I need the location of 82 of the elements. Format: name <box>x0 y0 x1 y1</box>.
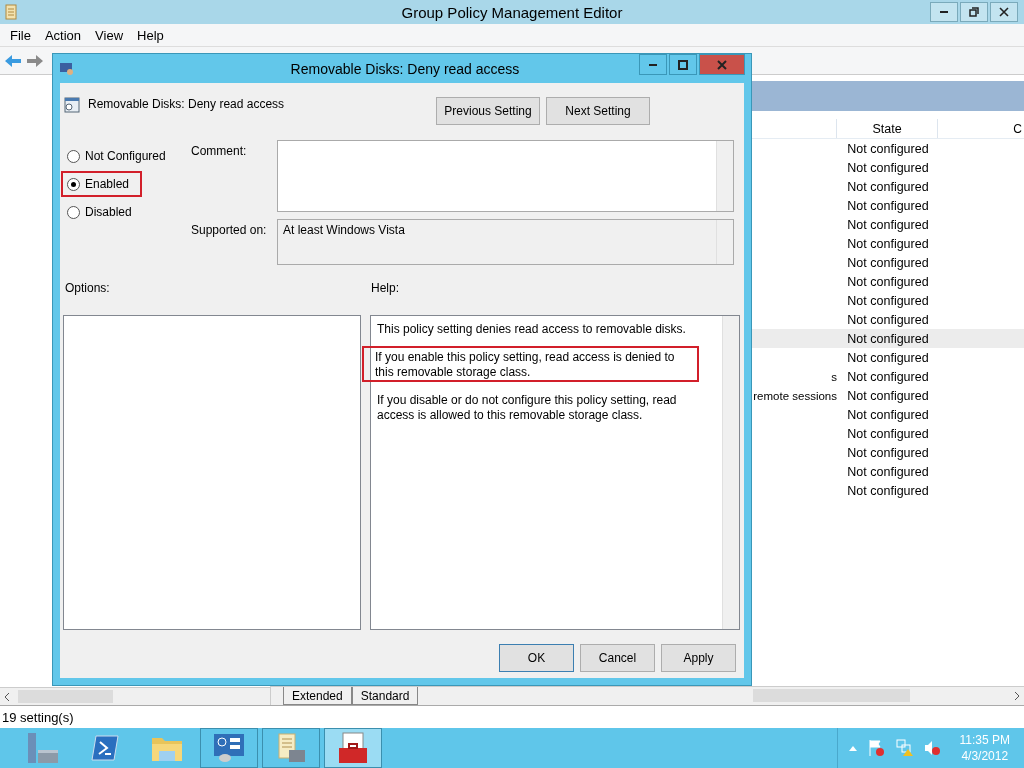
state-cell-text: Not configured <box>846 483 930 498</box>
radio-label: Enabled <box>85 177 130 191</box>
minimize-button[interactable] <box>930 2 958 22</box>
state-cell-text: Not configured <box>846 445 930 460</box>
help-paragraph: If you enable this policy setting, read access is denied to this removable storage class. <box>362 346 699 382</box>
state-cell-text: Not configured <box>846 331 930 346</box>
nav-button[interactable]: Previous Setting <box>436 97 540 125</box>
help-paragraph: This policy setting denies read access to removable disks. <box>376 321 687 338</box>
comment-field[interactable] <box>277 140 734 212</box>
vertical-scrollbar[interactable] <box>722 316 739 629</box>
restore-button[interactable] <box>960 2 988 22</box>
setting-name: remote sessions <box>753 389 837 402</box>
help-label: Help: <box>371 281 399 295</box>
vertical-scrollbar[interactable] <box>716 141 733 211</box>
state-cell-text: Not configured <box>846 141 930 156</box>
setting-name: s <box>831 370 837 383</box>
close-icon <box>717 59 727 70</box>
options-label: Options: <box>65 281 111 295</box>
minimize-icon <box>940 11 948 13</box>
scroll-icon <box>4 4 18 20</box>
nav-button[interactable]: Next Setting <box>546 97 650 125</box>
policy-icon <box>64 97 80 113</box>
dialog-button[interactable]: Cancel <box>580 644 655 672</box>
computer-user-icon <box>59 60 75 77</box>
menu-item[interactable]: Help <box>137 27 164 43</box>
state-cell-text: Not configured <box>846 293 930 308</box>
clock-date: 4/3/2012 <box>961 749 1009 763</box>
state-cell-text: Not configured <box>846 388 930 403</box>
taskbar-app[interactable] <box>324 728 382 768</box>
column-header[interactable]: State <box>836 119 937 138</box>
taskbar-app[interactable] <box>200 728 258 768</box>
state-cell-text: Not configured <box>846 255 930 270</box>
dialog-button[interactable]: Apply <box>661 644 736 672</box>
radio-option[interactable]: Disabled <box>61 199 138 225</box>
forward-arrow-icon[interactable] <box>26 53 44 68</box>
state-cell-text: Not configured <box>846 198 930 213</box>
minimize-icon <box>649 63 657 66</box>
supported-label: Supported on: <box>191 222 268 239</box>
radio-button[interactable] <box>67 149 80 163</box>
state-cell-text: Not configured <box>846 464 930 479</box>
radio-label: Not Configured <box>85 149 166 163</box>
radio-label: Disabled <box>85 205 132 219</box>
speaker-muted-icon[interactable] <box>923 739 942 757</box>
radio-option[interactable]: Enabled <box>61 171 143 197</box>
column-header[interactable]: C <box>937 119 1024 138</box>
view-tab[interactable]: Standard <box>351 687 419 705</box>
radio-button[interactable] <box>67 177 80 191</box>
state-cell-text: Not configured <box>846 426 930 441</box>
terminal-icon <box>91 735 119 761</box>
server-icon <box>26 732 60 764</box>
back-arrow-icon[interactable] <box>4 53 22 68</box>
dialog-title: Removable Disks: Deny read access <box>290 60 520 77</box>
close-icon <box>999 7 1009 17</box>
caret-up-icon[interactable] <box>847 744 858 752</box>
window-title: Group Policy Management Editor <box>401 3 623 21</box>
radio-option[interactable]: Not Configured <box>61 143 172 169</box>
comment-label: Comment: <box>191 143 248 160</box>
control-panel-icon <box>213 733 245 763</box>
status-text: 19 setting(s) <box>2 709 74 725</box>
toolbox-icon <box>337 732 369 764</box>
supported-value: At least Windows Vista <box>282 222 406 239</box>
state-cell-text: Not configured <box>846 179 930 194</box>
maximize-icon <box>678 59 688 70</box>
view-tab[interactable]: Extended <box>283 687 352 705</box>
clock-time: 11:35 PM <box>959 733 1010 747</box>
help-paragraph: If you disable or do not configure this policy setting, read access is allowed to this removable storage class. <box>376 392 678 424</box>
setting-title: Removable Disks: Deny read access <box>88 97 285 111</box>
close-button[interactable] <box>990 2 1018 22</box>
minimize-button[interactable] <box>639 54 667 75</box>
state-cell-text: Not configured <box>846 236 930 251</box>
menu-item[interactable]: View <box>95 27 124 43</box>
scroll-toolbox-icon <box>275 732 307 764</box>
state-cell-text: Not configured <box>846 160 930 175</box>
state-cell-text: Not configured <box>846 369 930 384</box>
horizontal-scrollbar[interactable] <box>0 687 270 705</box>
menu-item[interactable]: Action <box>44 27 82 43</box>
flag-error-icon[interactable] <box>867 739 886 757</box>
radio-button[interactable] <box>67 205 80 219</box>
menu-item[interactable]: File <box>10 27 31 43</box>
maximize-button[interactable] <box>669 54 697 75</box>
restore-icon <box>969 7 979 17</box>
dialog-button[interactable]: OK <box>499 644 574 672</box>
